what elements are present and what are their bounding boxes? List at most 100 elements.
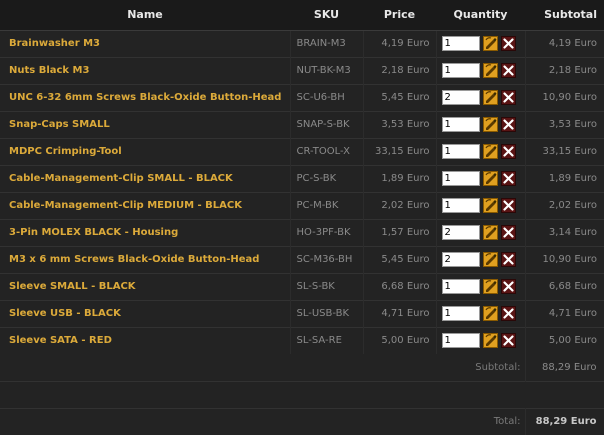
cart-item-row: Cable-Management-Clip SMALL - BLACK PC-S-… [0, 164, 604, 192]
cart-table: Name SKU Price Quantity Subtotal Brainwa… [0, 0, 604, 435]
remove-item-icon[interactable] [500, 171, 516, 186]
item-subtotal: 1,89 Euro [525, 164, 604, 192]
remove-item-icon[interactable] [500, 252, 516, 267]
product-price: 33,15 Euro [363, 137, 437, 165]
remove-item-icon[interactable] [500, 225, 516, 240]
product-name[interactable]: 3-Pin MOLEX BLACK - Housing [0, 218, 291, 246]
product-price: 6,68 Euro [363, 272, 437, 300]
summary-spacer-row [0, 380, 604, 408]
product-price: 2,18 Euro [363, 56, 437, 84]
quantity-input[interactable] [441, 90, 480, 105]
remove-item-icon[interactable] [500, 36, 516, 51]
quantity-input[interactable] [441, 63, 480, 78]
item-subtotal: 10,90 Euro [525, 245, 604, 273]
quantity-input[interactable] [441, 333, 480, 349]
quantity-cell [436, 245, 526, 273]
product-name[interactable]: UNC 6-32 6mm Screws Black-Oxide Button-H… [0, 83, 291, 111]
quantity-input[interactable] [441, 225, 480, 240]
product-name[interactable]: Snap-Caps SMALL [0, 110, 291, 138]
subtotal-value: 88,29 Euro [524, 354, 604, 381]
product-price: 5,45 Euro [363, 245, 437, 273]
quantity-input[interactable] [441, 279, 480, 294]
update-quantity-icon[interactable] [482, 225, 498, 240]
update-quantity-icon[interactable] [482, 198, 498, 213]
remove-item-icon[interactable] [500, 306, 516, 321]
product-sku: SL-USB-BK [290, 299, 364, 327]
item-subtotal: 4,19 Euro [525, 30, 604, 57]
update-quantity-icon[interactable] [482, 279, 498, 294]
remove-item-icon[interactable] [500, 63, 516, 78]
update-quantity-icon[interactable] [482, 144, 498, 159]
remove-item-icon[interactable] [500, 333, 516, 349]
quantity-cell [436, 299, 526, 327]
remove-item-icon[interactable] [500, 144, 516, 159]
product-name[interactable]: M3 x 6 mm Screws Black-Oxide Button-Head [0, 245, 291, 273]
update-quantity-icon[interactable] [482, 63, 498, 78]
quantity-input[interactable] [441, 306, 480, 321]
quantity-input[interactable] [441, 198, 480, 213]
product-sku: SNAP-S-BK [290, 110, 364, 138]
subtotal-label: Subtotal: [0, 354, 526, 381]
product-name[interactable]: Nuts Black M3 [0, 56, 291, 84]
column-header-price: Price [363, 0, 436, 31]
item-subtotal: 2,02 Euro [525, 191, 604, 219]
update-quantity-icon[interactable] [482, 90, 498, 105]
product-name[interactable]: Cable-Management-Clip MEDIUM - BLACK [0, 191, 291, 219]
product-price: 1,89 Euro [363, 164, 437, 192]
product-name[interactable]: Cable-Management-Clip SMALL - BLACK [0, 164, 291, 192]
product-name[interactable]: Sleeve USB - BLACK [0, 299, 291, 327]
product-name[interactable]: Sleeve SMALL - BLACK [0, 272, 291, 300]
column-header-name: Name [0, 0, 290, 31]
cart-item-row: Sleeve SATA - REDSL-SA-RE5,00 Euro5,00 E… [0, 326, 604, 354]
product-price: 4,71 Euro [363, 299, 437, 327]
product-name[interactable]: MDPC Crimping-Tool [0, 137, 291, 165]
update-quantity-icon[interactable] [482, 333, 498, 349]
update-quantity-icon[interactable] [482, 36, 498, 51]
summary-spacer-cell [0, 380, 604, 408]
quantity-cell [436, 110, 526, 138]
remove-item-icon[interactable] [500, 198, 516, 213]
cart-item-row: 3-Pin MOLEX BLACK - Housing HO-3PF-BK 1,57… [0, 218, 604, 246]
item-subtotal: 3,53 Euro [525, 110, 604, 138]
update-quantity-icon[interactable] [482, 171, 498, 186]
product-name[interactable]: Sleeve SATA - RED [0, 326, 291, 354]
quantity-input[interactable] [441, 36, 480, 51]
column-header-subtotal: Subtotal [525, 0, 604, 31]
quantity-input[interactable] [441, 117, 480, 132]
cart-items: Brainwasher M3BRAIN-M34,19 Euro4,19 Euro… [0, 30, 604, 354]
item-subtotal: 3,14 Euro [525, 218, 604, 246]
total-label: Total: [0, 407, 526, 435]
product-sku: SL-S-BK [290, 272, 364, 300]
cart-item-row: Brainwasher M3BRAIN-M34,19 Euro4,19 Euro [0, 30, 604, 57]
update-quantity-icon[interactable] [482, 252, 498, 267]
update-quantity-icon[interactable] [482, 306, 498, 321]
product-sku: PC-S-BK [290, 164, 364, 192]
quantity-input[interactable] [441, 171, 480, 186]
cart-item-row: Snap-Caps SMALLSNAP-S-BK3,53 Euro3,53 Eu… [0, 110, 604, 138]
quantity-cell [436, 218, 526, 246]
update-quantity-icon[interactable] [482, 117, 498, 132]
item-subtotal: 5,00 Euro [525, 326, 604, 354]
product-price: 3,53 Euro [363, 110, 437, 138]
product-price: 5,00 Euro [363, 326, 437, 354]
remove-item-icon[interactable] [500, 117, 516, 132]
product-sku: SC-M36-BH [290, 245, 364, 273]
remove-item-icon[interactable] [500, 279, 516, 294]
item-subtotal: 10,90 Euro [525, 83, 604, 111]
cart-item-row: Nuts Black M3NUT-BK-M32,18 Euro2,18 Euro [0, 56, 604, 84]
quantity-input[interactable] [441, 252, 480, 267]
item-subtotal: 6,68 Euro [525, 272, 604, 300]
cart-item-row: UNC 6-32 6mm Screws Black-Oxide Button-H… [0, 83, 604, 111]
quantity-cell [436, 137, 526, 165]
product-sku: HO-3PF-BK [290, 218, 364, 246]
column-header-quantity: Quantity [436, 0, 525, 31]
quantity-cell [436, 83, 526, 111]
cart-item-row: Sleeve USB - BLACKSL-USB-BK4,71 Euro4,71… [0, 299, 604, 327]
product-sku: SC-U6-BH [290, 83, 364, 111]
quantity-input[interactable] [441, 144, 480, 159]
cart-item-row: M3 x 6 mm Screws Black-Oxide Button-Head… [0, 245, 604, 273]
product-sku: NUT-BK-M3 [290, 56, 364, 84]
product-sku: CR-TOOL-X [290, 137, 364, 165]
remove-item-icon[interactable] [500, 90, 516, 105]
product-name[interactable]: Brainwasher M3 [0, 30, 291, 57]
